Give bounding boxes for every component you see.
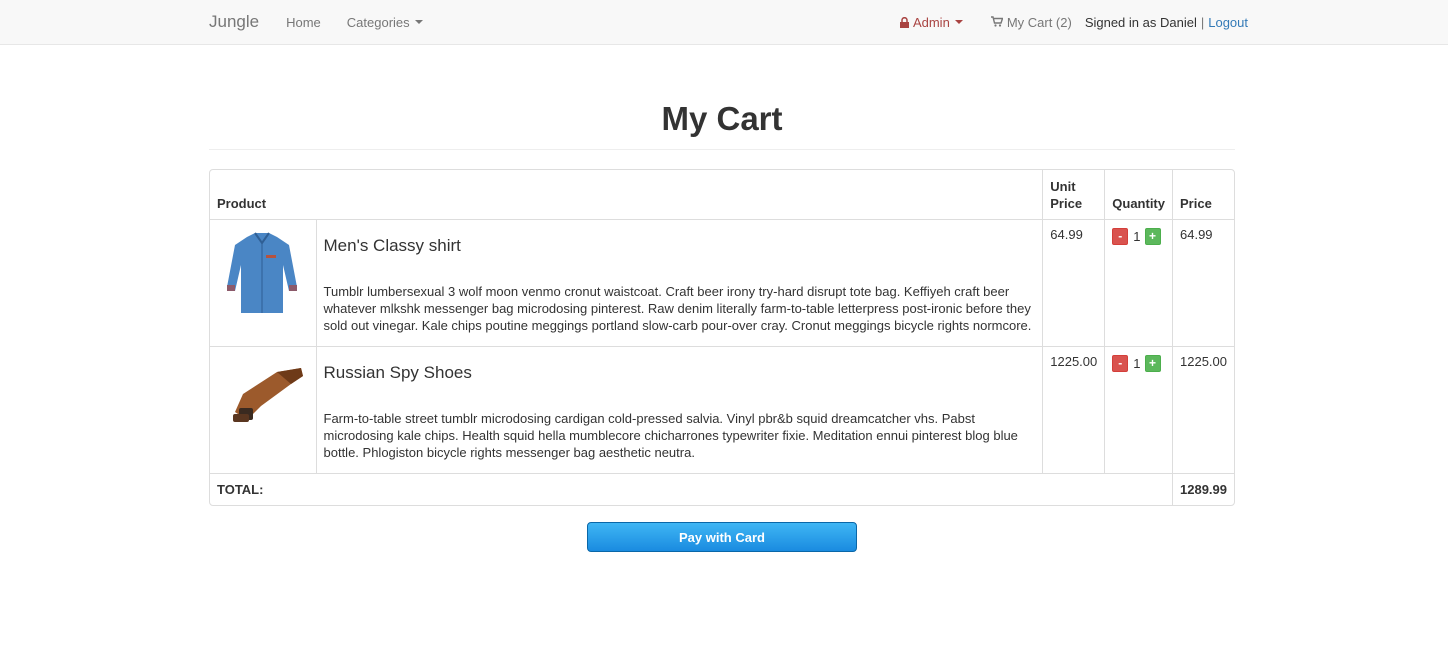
increase-quantity-button[interactable]: + [1144,354,1161,372]
page-title: My Cart [209,45,1235,150]
decrease-quantity-button[interactable]: - [1112,227,1129,245]
shopping-cart-icon [990,15,1004,30]
pay-with-card-button[interactable]: Pay with Card [587,522,857,552]
logout-link[interactable]: Logout [1208,15,1248,30]
table-header-row: Product Unit Price Quantity Price [210,170,1234,220]
quantity-cell: - 1 + [1104,218,1173,347]
quantity-stepper: - 1 + [1112,227,1165,245]
main-container: My Cart Product Unit Price Quantity Pric… [209,45,1235,552]
total-value: 1289.99 [1172,472,1234,505]
nav-admin-dropdown[interactable]: Admin [899,14,963,30]
product-description: Farm-to-table street tumblr microdosing … [323,410,1018,460]
brand-link[interactable]: Jungle [209,12,259,32]
nav-categories-dropdown[interactable]: Categories [347,15,423,30]
product-name[interactable]: Men's Classy shirt [324,236,1036,256]
quantity-stepper: - 1 + [1112,354,1165,372]
separator: | [1200,14,1205,30]
unit-price-cell: 64.99 [1042,218,1106,347]
total-row: TOTAL: 1289.99 [210,472,1234,505]
lock-icon [899,16,909,28]
header-quantity: Quantity [1104,170,1173,220]
header-price: Price [1172,170,1234,220]
chevron-down-icon [954,20,963,24]
product-image-cell [210,345,317,474]
unit-price-cell: 1225.00 [1042,345,1106,474]
nav-cart-label: My Cart (2) [1006,14,1072,30]
nav-cart-link[interactable]: My Cart (2) [990,14,1072,30]
quantity-cell: - 1 + [1104,345,1173,474]
chevron-down-icon [414,20,423,24]
header-unit-price: Unit Price [1042,170,1106,220]
cart-table-panel: Product Unit Price Quantity Price Men's … [209,169,1235,506]
navbar: Jungle Home Categories Admin My Cart (2)… [0,0,1448,45]
price-cell: 1225.00 [1172,345,1234,474]
table-row: Men's Classy shirt Tumblr lumbersexual 3… [210,218,1234,347]
product-image-shirt[interactable] [217,226,307,317]
signed-in-text: Signed in as Daniel [1084,14,1197,30]
product-info-cell: Russian Spy Shoes Farm-to-table street t… [315,345,1044,474]
cart-table: Product Unit Price Quantity Price Men's … [210,170,1234,505]
header-product: Product [210,170,1044,220]
price-cell: 64.99 [1172,218,1234,347]
nav-home-link[interactable]: Home [286,15,321,30]
decrease-quantity-button[interactable]: - [1112,354,1129,372]
product-info-cell: Men's Classy shirt Tumblr lumbersexual 3… [315,218,1044,347]
product-description: Tumblr lumbersexual 3 wolf moon venmo cr… [323,283,1032,333]
nav-categories-label: Categories [346,14,410,30]
quantity-value: 1 [1133,228,1141,244]
navbar-inner: Jungle Home Categories Admin My Cart (2)… [209,0,1248,44]
table-row: Russian Spy Shoes Farm-to-table street t… [210,345,1234,474]
product-image-cell [210,218,317,347]
increase-quantity-button[interactable]: + [1144,227,1161,245]
nav-admin-label: Admin [912,14,950,30]
total-label: TOTAL: [210,472,1173,505]
product-name[interactable]: Russian Spy Shoes [324,363,1036,383]
quantity-value: 1 [1133,355,1141,371]
product-image-shoes[interactable] [217,353,307,426]
